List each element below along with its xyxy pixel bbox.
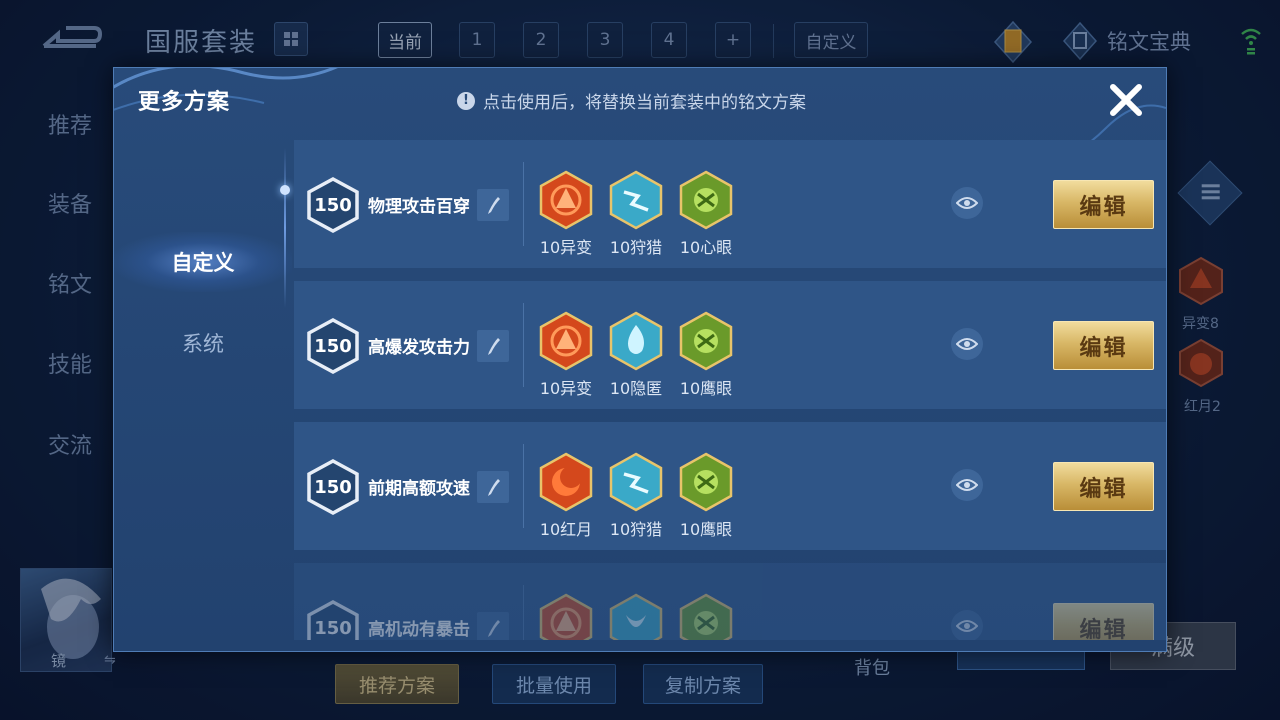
rune-label: 10隐匿 bbox=[609, 379, 663, 398]
info-icon: ! bbox=[457, 91, 475, 110]
eye-icon bbox=[956, 479, 978, 491]
pencil-icon bbox=[488, 620, 500, 637]
rune-label: 10红月 bbox=[539, 520, 593, 539]
level-badge: 150 bbox=[306, 458, 360, 516]
rune-label: 10异变 bbox=[539, 238, 593, 257]
plan-level: 150 bbox=[314, 617, 352, 639]
plan-row[interactable]: 150 物理攻击百穿 编辑 10异变 10狩猎 10心眼 bbox=[294, 140, 1166, 268]
tab-system-plans[interactable]: 系统 bbox=[114, 313, 292, 373]
pencil-icon bbox=[488, 479, 500, 496]
eye-icon bbox=[956, 197, 978, 209]
blue-rune-icon[interactable] bbox=[608, 593, 664, 640]
row-divider bbox=[523, 585, 524, 640]
green-rune-icon[interactable] bbox=[678, 593, 734, 640]
more-plans-dialog: 更多方案 ! 点击使用后，将替换当前套装中的铭文方案 自定义 系统 150 物理… bbox=[113, 67, 1167, 652]
preview-button[interactable] bbox=[951, 187, 983, 219]
green-rune-icon[interactable] bbox=[678, 452, 734, 512]
preview-button[interactable] bbox=[951, 469, 983, 501]
blue-flame-rune-icon[interactable] bbox=[608, 311, 664, 371]
preview-button[interactable] bbox=[951, 610, 983, 640]
dialog-hint: ! 点击使用后，将替换当前套装中的铭文方案 bbox=[457, 88, 806, 113]
plan-level: 150 bbox=[314, 194, 352, 216]
row-divider bbox=[523, 162, 524, 246]
nav-divider bbox=[284, 148, 286, 308]
plan-category-nav: 自定义 系统 bbox=[114, 140, 292, 640]
hint-text: 点击使用后，将替换当前套装中的铭文方案 bbox=[483, 93, 806, 113]
edit-button[interactable]: 编辑 bbox=[1053, 321, 1154, 370]
plan-name: 物理攻击百穿 bbox=[368, 197, 470, 217]
rename-button[interactable] bbox=[477, 471, 509, 503]
plan-row[interactable]: 150 高爆发攻击力 编辑 10异变 10隐匿 10鹰眼 bbox=[294, 281, 1166, 409]
green-rune-icon[interactable] bbox=[678, 170, 734, 230]
blue-lightning-rune-icon[interactable] bbox=[608, 170, 664, 230]
red-moon-rune-icon[interactable] bbox=[538, 452, 594, 512]
nav-indicator-dot bbox=[280, 185, 290, 195]
red-rune-icon[interactable] bbox=[538, 170, 594, 230]
plan-name: 高机动有暴击 bbox=[368, 620, 470, 640]
plan-name: 前期高额攻速 bbox=[368, 479, 470, 499]
level-badge: 150 bbox=[306, 176, 360, 234]
blue-lightning-rune-icon[interactable] bbox=[608, 452, 664, 512]
plan-row[interactable]: 150 前期高额攻速 编辑 10红月 10狩猎 10鹰眼 bbox=[294, 422, 1166, 550]
rename-button[interactable] bbox=[477, 189, 509, 221]
rename-button[interactable] bbox=[477, 330, 509, 362]
red-rune-icon[interactable] bbox=[538, 593, 594, 640]
rune-label: 10异变 bbox=[539, 379, 593, 398]
edit-button[interactable]: 编辑 bbox=[1053, 462, 1154, 511]
close-button[interactable] bbox=[1104, 78, 1148, 122]
plan-list: 150 物理攻击百穿 编辑 10异变 10狩猎 10心眼 150 高爆发攻击力 … bbox=[294, 140, 1166, 640]
rune-label: 10狩猎 bbox=[609, 238, 663, 257]
eye-icon bbox=[956, 338, 978, 350]
rune-label: 10狩猎 bbox=[609, 520, 663, 539]
eye-icon bbox=[956, 620, 978, 632]
pencil-icon bbox=[488, 197, 500, 214]
plan-level: 150 bbox=[314, 476, 352, 498]
plan-name: 高爆发攻击力 bbox=[368, 338, 470, 358]
rune-label: 10鹰眼 bbox=[679, 379, 733, 398]
row-divider bbox=[523, 303, 524, 387]
row-divider bbox=[523, 444, 524, 528]
level-badge: 150 bbox=[306, 317, 360, 375]
rune-label: 10心眼 bbox=[679, 238, 733, 257]
green-rune-icon[interactable] bbox=[678, 311, 734, 371]
red-rune-icon[interactable] bbox=[538, 311, 594, 371]
close-icon bbox=[1110, 84, 1142, 116]
level-badge: 150 bbox=[306, 599, 360, 640]
dialog-title: 更多方案 bbox=[138, 90, 231, 115]
edit-button[interactable]: 编辑 bbox=[1053, 180, 1154, 229]
plan-row[interactable]: 150 高机动有暴击 编辑 bbox=[294, 563, 1166, 640]
tab-custom-plans[interactable]: 自定义 bbox=[114, 232, 292, 292]
rename-button[interactable] bbox=[477, 612, 509, 640]
rune-label: 10鹰眼 bbox=[679, 520, 733, 539]
pencil-icon bbox=[488, 338, 500, 355]
edit-button[interactable]: 编辑 bbox=[1053, 603, 1154, 640]
preview-button[interactable] bbox=[951, 328, 983, 360]
plan-level: 150 bbox=[314, 335, 352, 357]
